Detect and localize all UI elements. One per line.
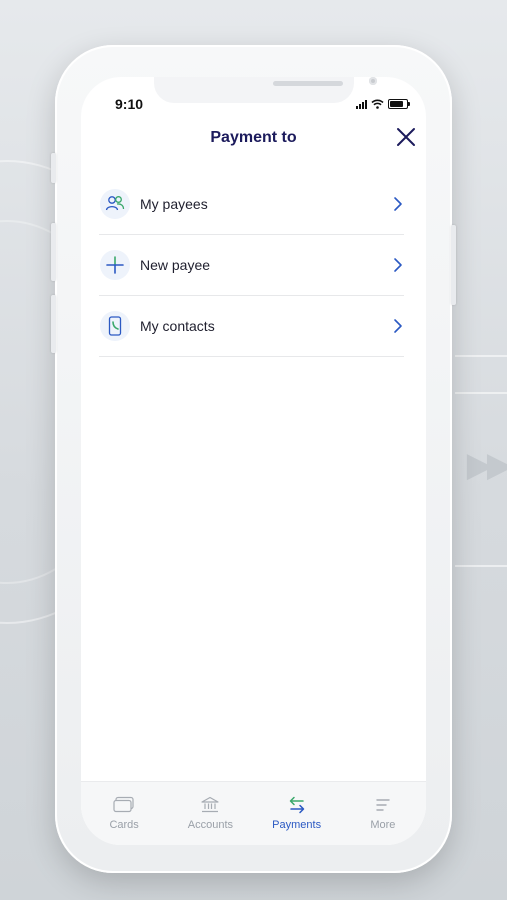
tab-label: Cards	[109, 819, 139, 831]
menu-item-my-contacts[interactable]: My contacts	[99, 296, 404, 357]
page-title: Payment to	[210, 129, 297, 146]
cards-icon	[112, 795, 136, 815]
notch	[154, 77, 377, 103]
close-icon	[397, 128, 415, 146]
bank-icon	[198, 795, 222, 815]
phone-frame: 9:10 Payment to My payees New payee My c…	[51, 45, 456, 873]
tab-label: Accounts	[187, 819, 233, 831]
tab-label: Payments	[272, 819, 322, 831]
close-button[interactable]	[394, 125, 418, 149]
menu-item-my-payees[interactable]: My payees	[99, 174, 404, 235]
status-time: 9:10	[115, 96, 144, 112]
bottom-tab-bar: Cards Accounts Payments More	[81, 781, 426, 845]
tab-payments[interactable]: Payments	[254, 782, 340, 845]
payment-options-list: My payees New payee My contacts	[99, 174, 404, 357]
front-camera	[369, 77, 377, 85]
fast-forward-decor-icon: ▶▶	[466, 445, 507, 485]
plus-icon	[100, 250, 130, 280]
tab-accounts[interactable]: Accounts	[167, 782, 253, 845]
chevron-right-icon	[394, 258, 402, 272]
menu-item-label: New payee	[140, 257, 211, 273]
status-icons	[356, 99, 410, 109]
menu-item-new-payee[interactable]: New payee	[99, 235, 404, 296]
menu-icon	[371, 795, 395, 815]
tab-cards[interactable]: Cards	[81, 782, 167, 845]
wifi-icon	[371, 99, 384, 109]
tab-more[interactable]: More	[340, 782, 426, 845]
tab-label: More	[370, 819, 396, 831]
app-screen: 9:10 Payment to My payees New payee My c…	[81, 77, 426, 845]
signal-icon	[356, 99, 367, 109]
transfer-icon	[285, 795, 309, 815]
payees-icon	[100, 189, 130, 219]
battery-icon	[388, 99, 410, 109]
menu-item-label: My payees	[140, 196, 208, 212]
chevron-right-icon	[394, 319, 402, 333]
speaker	[273, 81, 343, 86]
menu-item-label: My contacts	[140, 318, 215, 334]
contacts-icon	[100, 311, 130, 341]
chevron-right-icon	[394, 197, 402, 211]
